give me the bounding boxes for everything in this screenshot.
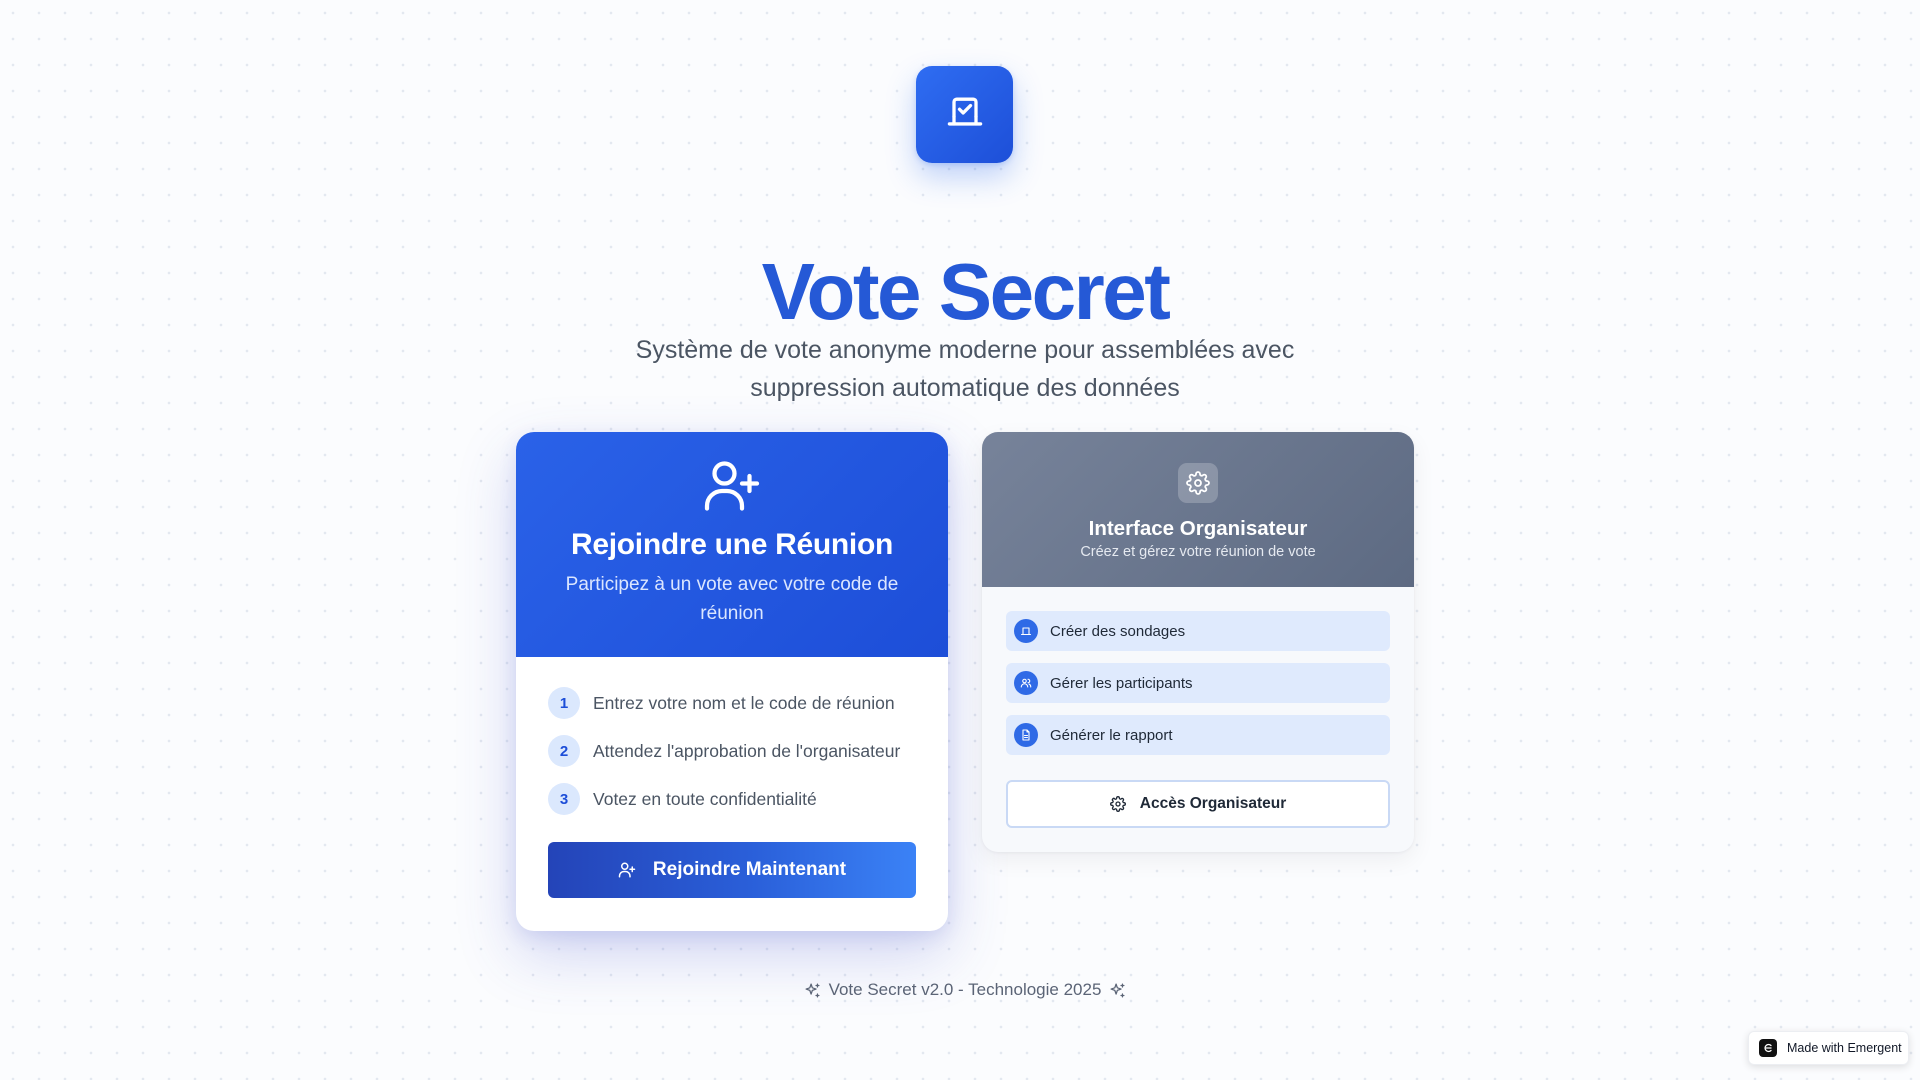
ballot-check-icon [943,90,987,139]
join-card-title: Rejoindre une Réunion [570,528,894,561]
page-subtitle: Système de vote anonyme moderne pour ass… [635,336,1295,402]
step-text: Attendez l'approbation de l'organisateur [593,740,901,761]
ballot-icon [1014,619,1038,643]
step-text: Votez en toute confidentialité [593,788,817,809]
step-item: 2 Attendez l'approbation de l'organisate… [548,735,928,767]
organizer-card-title: Interface Organisateur [1088,517,1308,540]
footer-text: Vote Secret v2.0 - Technologie 2025 [828,980,1102,999]
organizer-access-button[interactable]: Accès Organisateur [1006,780,1390,828]
join-meeting-card: Rejoindre une Réunion Participez à un vo… [516,432,948,931]
step-number: 3 [548,783,580,815]
user-plus-icon [618,861,636,879]
organizer-access-button-label: Accès Organisateur [1139,795,1287,812]
user-plus-icon [702,456,762,521]
join-steps-list: 1 Entrez votre nom et le code de réunion… [548,687,928,831]
step-number: 2 [548,735,580,767]
organizer-card-subtitle: Créez et gérez votre réunion de vote [1080,544,1316,560]
feature-item: Générer le rapport [1006,715,1390,755]
feature-item: Gérer les participants [1006,663,1390,703]
made-with-badge[interactable]: Made with Emergent [1748,1031,1909,1065]
feature-item: Créer des sondages [1006,611,1390,651]
step-item: 3 Votez en toute confidentialité [548,783,928,815]
join-card-subtitle: Participez à un vote avec votre code de … [565,574,899,624]
step-item: 1 Entrez votre nom et le code de réunion [548,687,928,719]
organizer-card-header: Interface Organisateur Créez et gérez vo… [982,432,1414,587]
join-now-button[interactable]: Rejoindre Maintenant [548,842,916,898]
organizer-card: Interface Organisateur Créez et gérez vo… [982,432,1414,852]
feature-label: Créer des sondages [1050,622,1186,640]
join-card-header: Rejoindre une Réunion Participez à un vo… [516,432,948,657]
made-with-badge-label: Made with Emergent [1787,1041,1902,1055]
feature-label: Gérer les participants [1050,674,1193,692]
feature-label: Générer le rapport [1050,726,1173,744]
organizer-features-list: Créer des sondages Gérer les participant… [1006,611,1390,767]
sparkles-icon [1109,982,1126,999]
sparkles-icon [804,982,821,999]
step-number: 1 [548,687,580,719]
gear-icon [1109,796,1126,812]
gear-icon [1178,463,1218,503]
file-icon [1014,723,1038,747]
users-icon [1014,671,1038,695]
emergent-logo-icon [1759,1039,1777,1057]
footer: Vote Secret v2.0 - Technologie 2025 [0,980,1920,1000]
app-logo [916,66,1013,163]
page-title: Vote Secret [761,246,1171,336]
join-now-button-label: Rejoindre Maintenant [652,859,847,880]
step-text: Entrez votre nom et le code de réunion [593,692,895,713]
